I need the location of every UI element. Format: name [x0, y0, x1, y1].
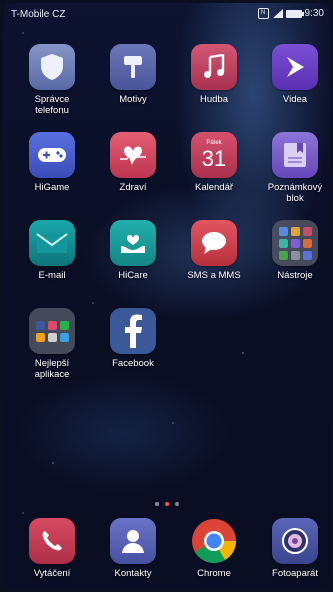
- app-facebook[interactable]: Facebook: [93, 308, 173, 369]
- app-label: Fotoaparát: [272, 568, 318, 579]
- phone-icon: [42, 531, 62, 551]
- play-icon: [287, 57, 304, 77]
- notepad-icon: [284, 143, 306, 167]
- home-screen: T-Mobile CZ N 9:30 Správce telefonu Moti…: [3, 3, 330, 589]
- page-dot[interactable]: [174, 502, 179, 506]
- dock: Vytáčení Kontakty Chrome Fotoaparát: [3, 508, 330, 589]
- camera-icon: [282, 528, 308, 554]
- app-label: Hudba: [200, 94, 228, 105]
- folder-icon: [272, 220, 318, 266]
- shield-icon: [41, 54, 63, 80]
- facebook-icon: [125, 314, 142, 348]
- app-vytaceni[interactable]: Vytáčení: [12, 518, 92, 579]
- app-label: HiCare: [118, 270, 148, 281]
- app-sms-a-mms[interactable]: SMS a MMS: [174, 220, 254, 281]
- app-zdravi[interactable]: Zdraví: [93, 132, 173, 193]
- app-label: Facebook: [112, 358, 154, 369]
- app-hicare[interactable]: HiCare: [93, 220, 173, 281]
- folder-nejlepsi-aplikace[interactable]: Nejlepší aplikace: [12, 308, 92, 380]
- page-dot[interactable]: [154, 502, 159, 506]
- status-icons: N 9:30: [257, 8, 324, 19]
- app-label: SMS a MMS: [187, 270, 241, 281]
- app-poznamkovy-blok[interactable]: Poznámkový blok: [255, 132, 330, 204]
- hand-heart-icon: [121, 235, 145, 253]
- nfc-icon: N: [257, 8, 269, 19]
- contacts-icon: [122, 530, 144, 553]
- app-label: Nejlepší aplikace: [34, 358, 70, 380]
- app-videa[interactable]: Videa: [255, 44, 330, 105]
- app-chrome[interactable]: Chrome: [174, 518, 254, 579]
- app-kontakty[interactable]: Kontakty: [93, 518, 173, 579]
- app-higame[interactable]: HiGame: [12, 132, 92, 193]
- chrome-icon: [192, 519, 236, 563]
- app-label: Videa: [282, 94, 308, 105]
- app-label: Motivy: [119, 94, 147, 105]
- app-label: Správce telefonu: [34, 94, 70, 116]
- app-fotoaparat[interactable]: Fotoaparát: [255, 518, 330, 579]
- app-label: Kontakty: [114, 568, 152, 579]
- app-label: Nástroje: [277, 270, 313, 281]
- signal-icon: [272, 9, 283, 18]
- app-kalendar[interactable]: Pátek 31 Kalendář: [174, 132, 254, 193]
- envelope-icon: [36, 233, 68, 253]
- app-label: Vytáčení: [33, 568, 71, 579]
- heart-icon: [120, 146, 146, 165]
- chat-bubble-icon: [202, 232, 226, 254]
- app-label: Kalendář: [194, 182, 234, 193]
- app-label: HiGame: [34, 182, 70, 193]
- folder-nastroje[interactable]: Nástroje: [255, 220, 330, 281]
- app-label: E-mail: [38, 270, 66, 281]
- app-e-mail[interactable]: E-mail: [12, 220, 92, 281]
- app-hudba[interactable]: Hudba: [174, 44, 254, 105]
- app-label: Chrome: [197, 568, 231, 579]
- status-bar: T-Mobile CZ N 9:30: [3, 3, 330, 25]
- clock: 9:30: [304, 8, 324, 19]
- app-label: Poznámkový blok: [267, 182, 323, 204]
- app-label: Zdraví: [119, 182, 147, 193]
- page-indicator: [3, 502, 330, 506]
- gamepad-icon: [38, 148, 66, 162]
- carrier-name: T-Mobile CZ: [11, 9, 66, 20]
- paintbrush-icon: [124, 56, 142, 78]
- calendar-day: 31: [201, 145, 227, 171]
- battery-icon: [285, 9, 304, 18]
- music-note-icon: [204, 54, 225, 78]
- app-spravce-telefonu[interactable]: Správce telefonu: [12, 44, 92, 116]
- page-dot-active[interactable]: [164, 502, 169, 506]
- calendar-icon: Pátek 31: [191, 132, 237, 178]
- folder-icon: [29, 308, 75, 354]
- app-motivy[interactable]: Motivy: [93, 44, 173, 105]
